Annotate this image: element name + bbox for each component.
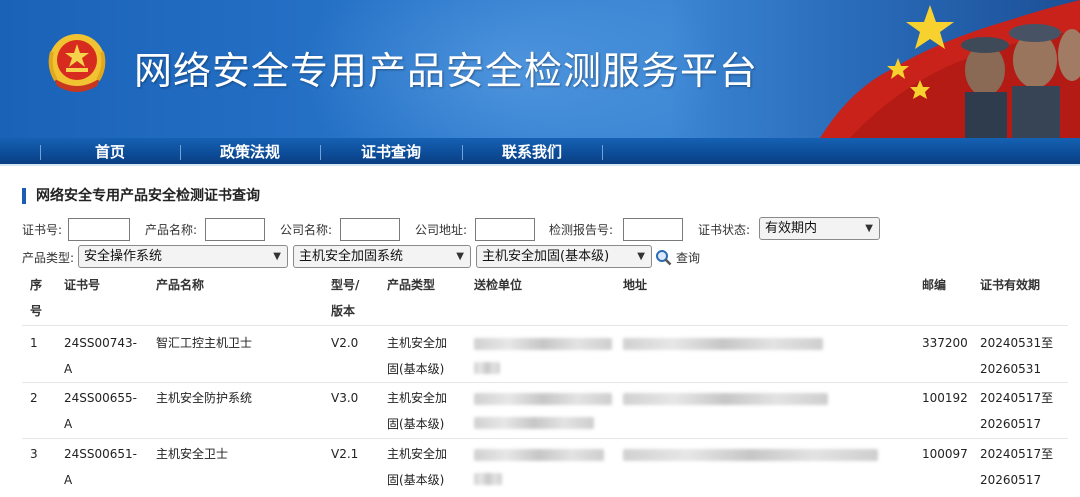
col-model-header-2: 版本 — [331, 304, 356, 318]
search-label: 查询 — [676, 250, 701, 265]
cell-cert-no-cont: A — [64, 473, 73, 487]
cell-product-name: 主机安全防护系统 — [156, 391, 253, 405]
redacted-submit-unit — [474, 338, 612, 350]
nav-home[interactable]: 首页 — [40, 138, 180, 166]
chevron-down-icon: ▼ — [865, 223, 873, 234]
cell-cert-no-cont: A — [64, 417, 73, 431]
col-seq-header-2: 号 — [30, 304, 43, 318]
product-type-label: 产品类型: — [22, 251, 75, 265]
cell-model: V2.1 — [331, 447, 359, 461]
col-product-name-header: 产品名称 — [156, 278, 205, 292]
cell-cert-no-cont: A — [64, 362, 73, 376]
cert-status-select[interactable]: 有效期内 ▼ — [759, 217, 880, 240]
col-product-type-header: 产品类型 — [387, 278, 436, 292]
col-cert-no-header: 证书号 — [64, 278, 101, 292]
cell-validity: 20240517至 — [980, 391, 1054, 405]
cell-validity-cont: 20260517 — [980, 473, 1042, 487]
cert-status-value: 有效期内 — [765, 221, 818, 236]
product-type-select-2[interactable]: 主机安全加固系统 ▼ — [293, 245, 471, 268]
report-no-label: 检测报告号: — [549, 223, 614, 237]
section-title: 网络安全专用产品安全检测证书查询 — [22, 188, 260, 204]
cell-postcode: 100192 — [922, 391, 968, 405]
nav-separator — [602, 145, 603, 160]
company-name-input[interactable] — [340, 218, 400, 241]
cell-postcode: 337200 — [922, 336, 968, 350]
cell-seq: 3 — [30, 447, 38, 461]
col-submit-unit-header: 送检单位 — [474, 278, 523, 292]
redacted-address — [623, 393, 828, 405]
redacted-submit-unit — [474, 449, 604, 461]
chevron-down-icon: ▼ — [637, 251, 645, 262]
cert-status-label: 证书状态: — [698, 223, 751, 237]
cell-product-type-cont: 固(基本级) — [387, 362, 445, 376]
cell-product-name: 智汇工控主机卫士 — [156, 336, 253, 350]
search-button[interactable]: 查询 — [655, 247, 700, 267]
cell-cert-no: 24SS00655- — [64, 391, 138, 405]
cell-product-type-cont: 固(基本级) — [387, 473, 445, 487]
product-type-value-3: 主机安全加固(基本级) — [482, 249, 610, 264]
cell-validity-cont: 20260531 — [980, 362, 1042, 376]
chevron-down-icon: ▼ — [273, 251, 281, 262]
cell-validity: 20240517至 — [980, 447, 1054, 461]
cell-product-type: 主机安全加 — [387, 447, 448, 461]
product-name-label: 产品名称: — [145, 223, 198, 237]
cell-product-name: 主机安全卫士 — [156, 447, 229, 461]
nav-contact[interactable]: 联系我们 — [462, 138, 602, 166]
cell-cert-no: 24SS00651- — [64, 447, 138, 461]
site-title: 网络安全专用产品安全检测服务平台 — [134, 49, 759, 93]
col-validity-header: 证书有效期 — [980, 278, 1041, 292]
company-name-label: 公司名称: — [280, 223, 333, 237]
magnifier-icon — [656, 249, 672, 265]
company-address-label: 公司地址: — [415, 223, 468, 237]
row-divider — [22, 325, 1068, 326]
report-no-input[interactable] — [623, 218, 683, 241]
redacted-submit-unit — [474, 473, 502, 485]
redacted-submit-unit — [474, 417, 594, 429]
nav-cert-query[interactable]: 证书查询 — [320, 138, 462, 166]
cell-seq: 2 — [30, 391, 38, 405]
redacted-submit-unit — [474, 362, 500, 374]
cell-product-type-cont: 固(基本级) — [387, 417, 445, 431]
cert-no-label: 证书号: — [22, 223, 63, 237]
cell-validity-cont: 20260517 — [980, 417, 1042, 431]
main-nav: 首页 政策法规 证书查询 联系我们 — [0, 138, 1080, 166]
product-type-value-1: 安全操作系统 — [84, 249, 163, 264]
row-divider — [22, 438, 1068, 439]
cell-model: V2.0 — [331, 336, 359, 350]
cell-postcode: 100097 — [922, 447, 968, 461]
cert-no-input[interactable] — [68, 218, 130, 241]
row-divider — [22, 382, 1068, 383]
product-type-select-1[interactable]: 安全操作系统 ▼ — [78, 245, 288, 268]
cell-seq: 1 — [30, 336, 38, 350]
company-address-input[interactable] — [475, 218, 535, 241]
product-name-input[interactable] — [205, 218, 265, 241]
cell-validity: 20240531至 — [980, 336, 1054, 350]
redacted-submit-unit — [474, 393, 612, 405]
product-type-select-3[interactable]: 主机安全加固(基本级) ▼ — [476, 245, 652, 268]
redacted-address — [623, 449, 878, 461]
cell-product-type: 主机安全加 — [387, 336, 448, 350]
red-flag-icon — [820, 0, 1080, 138]
header-banner: 网络安全专用产品安全检测服务平台 — [0, 0, 1080, 138]
redacted-address — [623, 338, 823, 350]
cell-cert-no: 24SS00743- — [64, 336, 138, 350]
cell-model: V3.0 — [331, 391, 359, 405]
col-postcode-header: 邮编 — [922, 278, 947, 292]
col-model-header: 型号/ — [331, 278, 360, 292]
col-seq-header: 序 — [30, 278, 43, 292]
national-emblem-icon — [48, 34, 106, 92]
chevron-down-icon: ▼ — [456, 251, 464, 262]
product-type-value-2: 主机安全加固系统 — [299, 249, 404, 264]
col-address-header: 地址 — [623, 278, 648, 292]
nav-policy[interactable]: 政策法规 — [180, 138, 320, 166]
cell-product-type: 主机安全加 — [387, 391, 448, 405]
